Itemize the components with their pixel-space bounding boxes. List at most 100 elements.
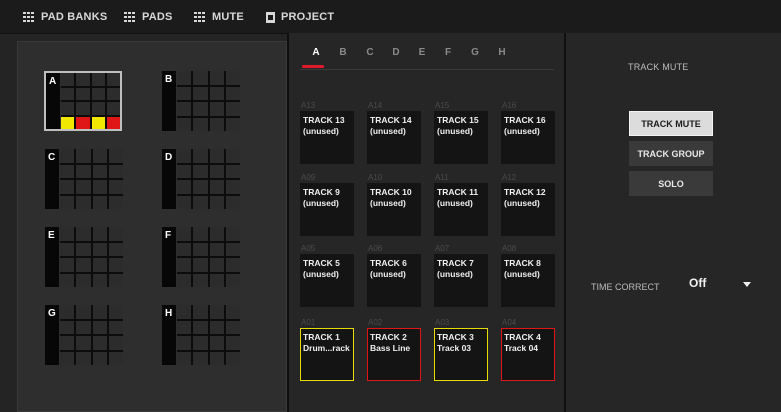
pad-bank-c[interactable]: C — [45, 149, 123, 209]
tab-b[interactable]: B — [335, 47, 351, 58]
grid-icon — [124, 12, 136, 22]
track-panel: ABCDEFGH A13 TRACK 13 (unused) A14 TRACK 14(… — [289, 33, 564, 412]
bank-pad — [209, 102, 224, 116]
bank-pad — [106, 73, 120, 86]
bank-pads — [177, 305, 240, 365]
pads-tab[interactable]: PADS — [124, 9, 173, 25]
track-pad-box: TRACK 13 (unused) — [300, 111, 354, 164]
bank-pads — [177, 149, 240, 209]
bank-pad — [177, 305, 192, 319]
track-pad[interactable]: A12 TRACK 12 (unused) — [501, 173, 555, 236]
bank-pad — [193, 336, 208, 350]
bank-pad — [193, 351, 208, 365]
pad-bank-e[interactable]: E — [45, 227, 123, 287]
bank-pad — [106, 116, 120, 129]
track-name: TRACK 5 — [303, 258, 340, 268]
tab-baseline — [300, 69, 554, 70]
bank-pad — [60, 242, 75, 256]
bank-pad — [76, 73, 90, 86]
track-pad[interactable]: A10 TRACK 10 (unused) — [367, 173, 421, 236]
bank-pad — [108, 149, 123, 163]
track-name: TRACK 6 — [370, 258, 407, 268]
time-correct-value: Off — [689, 276, 707, 290]
tab-c[interactable]: C — [362, 47, 378, 58]
pad-bank-b[interactable]: B — [162, 71, 240, 131]
bank-pad — [225, 351, 240, 365]
track-pad[interactable]: A08 TRACK 8 (unused) — [501, 244, 555, 307]
solo-button[interactable]: SOLO — [629, 171, 713, 196]
bank-pad — [76, 351, 91, 365]
bank-pad — [193, 71, 208, 85]
track-pad[interactable]: A07 TRACK 7 (unused) — [434, 244, 488, 307]
track-pad-box: TRACK 10 (unused) — [367, 183, 421, 236]
bank-pad — [108, 227, 123, 241]
bank-pad — [209, 242, 224, 256]
bank-pad — [108, 180, 123, 194]
mute-tab[interactable]: MUTE — [194, 9, 244, 25]
track-name: TRACK 14 — [370, 115, 412, 125]
bank-pad — [193, 273, 208, 287]
bank-pad — [60, 227, 75, 241]
track-pad[interactable]: A04 TRACK 4 Track 04 — [501, 318, 555, 381]
bank-pad — [108, 164, 123, 178]
mode-title: TRACK MUTE — [628, 62, 689, 72]
bank-pad — [225, 102, 240, 116]
track-pad[interactable]: A09 TRACK 9 (unused) — [300, 173, 354, 236]
pad-bank-g[interactable]: G — [45, 305, 123, 365]
tab-f[interactable]: F — [440, 47, 456, 58]
track-pad[interactable]: A05 TRACK 5 (unused) — [300, 244, 354, 307]
track-pad[interactable]: A03 TRACK 3 Track 03 — [434, 318, 488, 381]
bank-pad — [225, 258, 240, 272]
bank-pad — [177, 149, 192, 163]
track-pad-box: TRACK 14 (unused) — [367, 111, 421, 164]
bank-pad — [60, 336, 75, 350]
track-name: TRACK 9 — [303, 187, 340, 197]
track-pad-box: TRACK 12 (unused) — [501, 183, 555, 236]
tab-h[interactable]: H — [494, 47, 510, 58]
track-mute-button[interactable]: TRACK MUTE — [629, 111, 713, 136]
bank-letter: E — [45, 227, 59, 287]
project-tab[interactable]: PROJECT — [266, 9, 334, 25]
bank-pads — [60, 305, 123, 365]
track-pad-box: TRACK 9 (unused) — [300, 183, 354, 236]
tab-d[interactable]: D — [388, 47, 404, 58]
track-pad-number: A01 — [301, 318, 316, 327]
bank-pad — [76, 195, 91, 209]
bank-pad — [177, 273, 192, 287]
track-subtitle: Track 04 — [504, 343, 539, 353]
pad-bank-a[interactable]: A — [44, 71, 122, 131]
top-menu-bar: PAD BANKS PADS MUTE PROJECT — [0, 0, 781, 34]
track-pad-number: A05 — [301, 244, 316, 253]
bank-pad — [209, 258, 224, 272]
track-pad-box: TRACK 4 Track 04 — [501, 328, 555, 381]
tab-e[interactable]: E — [414, 47, 430, 58]
tab-g[interactable]: G — [467, 47, 483, 58]
track-pad[interactable]: A02 TRACK 2 Bass Line — [367, 318, 421, 381]
bank-pad — [209, 273, 224, 287]
tab-a[interactable]: A — [308, 47, 324, 58]
track-pad[interactable]: A01 TRACK 1 Drum...rack — [300, 318, 354, 381]
track-pad[interactable]: A06 TRACK 6 (unused) — [367, 244, 421, 307]
bank-pad — [76, 102, 90, 115]
bank-pad — [193, 149, 208, 163]
track-group-button[interactable]: TRACK GROUP — [629, 141, 713, 166]
bank-pad — [225, 273, 240, 287]
track-subtitle: Bass Line — [370, 343, 411, 353]
bank-pad — [76, 87, 90, 100]
pad-bank-h[interactable]: H — [162, 305, 240, 365]
track-pad[interactable]: A16 TRACK 16 (unused) — [501, 101, 555, 164]
bank-pad — [193, 258, 208, 272]
bank-pad — [106, 87, 120, 100]
track-pad[interactable]: A15 TRACK 15 (unused) — [434, 101, 488, 164]
track-pad[interactable]: A14 TRACK 14 (unused) — [367, 101, 421, 164]
pad-bank-f[interactable]: F — [162, 227, 240, 287]
track-pad-number: A16 — [502, 101, 517, 110]
track-pad-box: TRACK 11 (unused) — [434, 183, 488, 236]
track-pad[interactable]: A13 TRACK 13 (unused) — [300, 101, 354, 164]
time-correct-select[interactable]: Off — [685, 273, 755, 293]
bank-pad — [92, 149, 107, 163]
track-pad[interactable]: A11 TRACK 11 (unused) — [434, 173, 488, 236]
pad-bank-d[interactable]: D — [162, 149, 240, 209]
pad-banks-tab[interactable]: PAD BANKS — [23, 9, 107, 25]
mute-mode-panel: TRACK MUTE TRACK MUTE TRACK GROUP SOLO T… — [566, 33, 781, 412]
